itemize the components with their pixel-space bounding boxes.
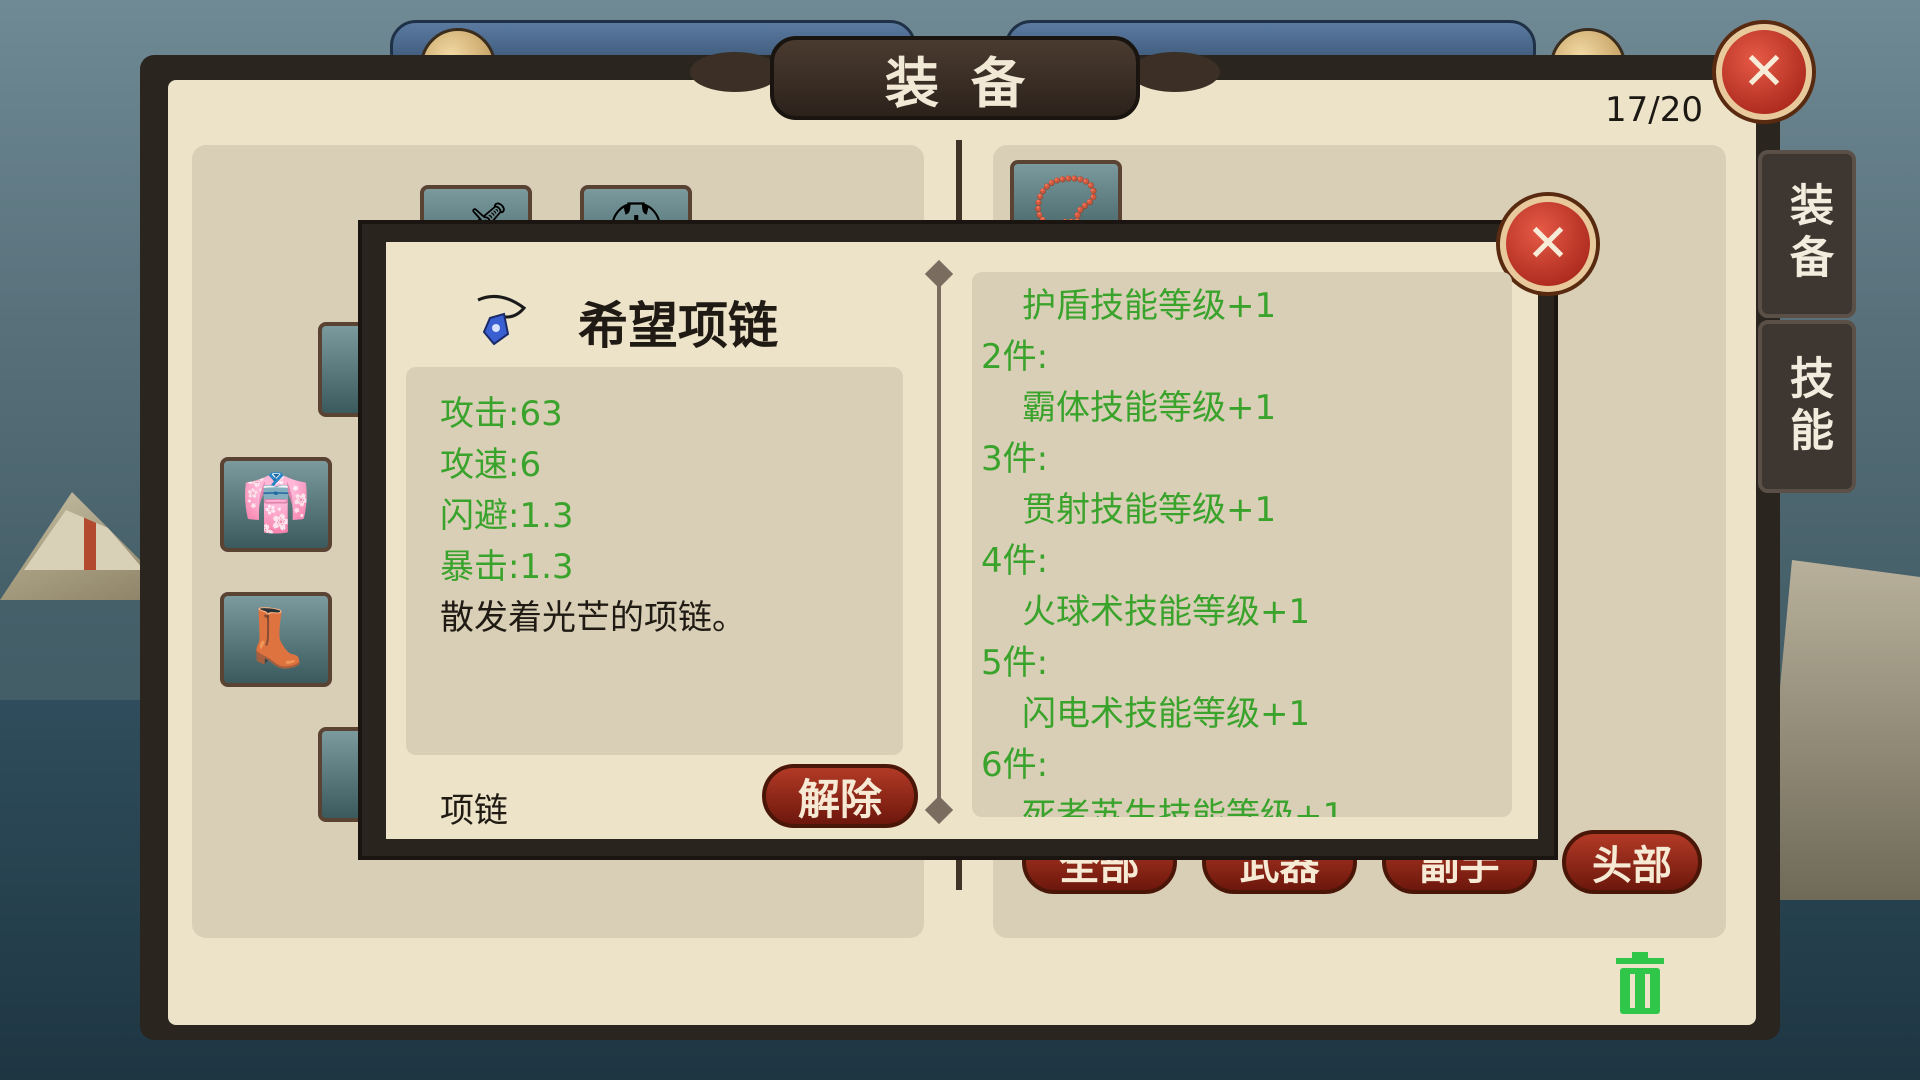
popup-divider xyxy=(937,272,941,812)
title-ornament-right xyxy=(1130,52,1220,92)
set-bonus-list[interactable]: 护盾技能等级+1 2件: 霸体技能等级+1 3件: 贯射技能等级+1 4件: 火球术技能等级… xyxy=(972,272,1512,817)
set-bonus-tier: 2件: xyxy=(981,337,1049,377)
tab-equipment[interactable]: 装备 xyxy=(1758,150,1856,318)
robe-icon: 👘 xyxy=(241,471,311,536)
close-icon: ✕ xyxy=(1742,42,1786,102)
stat-dodge: 闪避:1.3 xyxy=(440,496,574,536)
stat-attack: 攻击:63 xyxy=(440,394,563,434)
title-ornament-left xyxy=(690,52,780,92)
set-bonus-tier: 3件: xyxy=(981,439,1049,479)
set-bonus-tier: 4件: xyxy=(981,541,1049,581)
set-bonus-tier: 6件: xyxy=(981,745,1049,785)
trash-icon[interactable] xyxy=(1612,952,1668,1016)
set-bonus-effect: 霸体技能等级+1 xyxy=(1022,388,1277,428)
popup-close-button[interactable]: ✕ xyxy=(1500,196,1596,292)
background-cliff xyxy=(1760,560,1920,900)
window-title: 装备 xyxy=(770,36,1140,120)
armor-slot[interactable]: 👘 xyxy=(220,457,332,552)
boots-slot[interactable]: 👢 xyxy=(220,592,332,687)
set-bonus-tier: 5件: xyxy=(981,643,1049,683)
boots-icon: 👢 xyxy=(241,606,311,671)
inventory-capacity: 17/20 xyxy=(1605,90,1703,130)
set-bonus-effect: 护盾技能等级+1 xyxy=(1022,286,1277,326)
stat-crit: 暴击:1.3 xyxy=(440,547,574,587)
set-bonus-effect: 火球术技能等级+1 xyxy=(1022,592,1311,632)
close-icon: ✕ xyxy=(1526,214,1570,274)
set-bonus-effect: 死者苏生技能等级+1 xyxy=(1022,796,1345,817)
item-description: 散发着光芒的项链。 xyxy=(440,598,746,638)
item-slot-type: 项链 xyxy=(440,791,508,831)
window-close-button[interactable]: ✕ xyxy=(1716,24,1812,120)
set-bonus-effect: 贯射技能等级+1 xyxy=(1022,490,1277,530)
tab-skills-label: 技能 xyxy=(1782,354,1833,459)
necklace-icon xyxy=(477,294,527,346)
set-bonus-effect: 闪电术技能等级+1 xyxy=(1022,694,1311,734)
unequip-button[interactable]: 解除 xyxy=(762,764,918,828)
tab-skills[interactable]: 技能 xyxy=(1758,320,1856,493)
stat-attack-speed: 攻速:6 xyxy=(440,445,542,485)
filter-head-button[interactable]: 头部 xyxy=(1562,830,1702,894)
item-name: 希望项链 xyxy=(578,297,778,355)
tab-equipment-label: 装备 xyxy=(1782,182,1833,286)
